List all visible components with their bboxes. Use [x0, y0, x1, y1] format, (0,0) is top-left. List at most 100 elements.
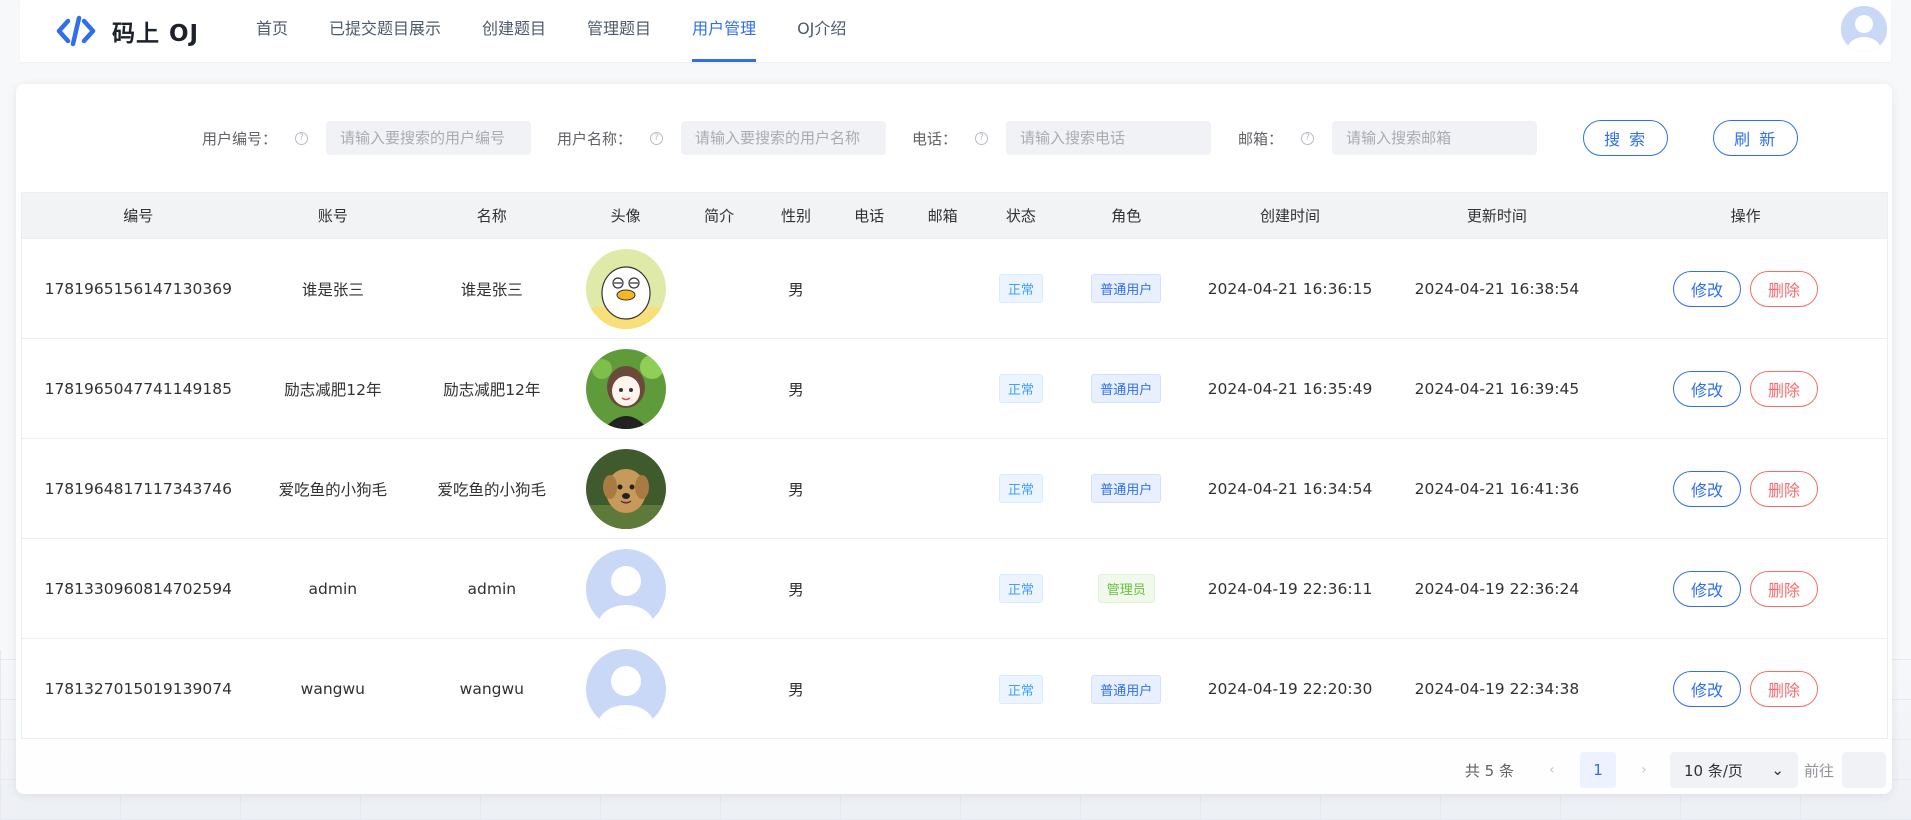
page-size-select[interactable]: 10 条/页 ⌄	[1669, 752, 1798, 788]
cell-phone	[833, 239, 906, 338]
search-bar: 用户编号： ? 用户名称： ? 电话： ? 邮箱： ? 搜 索 刷 新	[16, 118, 1892, 158]
page-number-current[interactable]: 1	[1579, 752, 1616, 788]
role-badge: 普通用户	[1091, 374, 1162, 403]
col-header-account[interactable]: 账号	[255, 193, 412, 238]
edit-button[interactable]: 修改	[1673, 270, 1742, 307]
table-row: 1781965047741149185 励志减肥12年 励志减肥12年 男 正常…	[22, 339, 1887, 439]
col-header-created[interactable]: 创建时间	[1190, 193, 1389, 238]
col-header-status[interactable]: 状态	[980, 193, 1063, 238]
cell-created: 2024-04-21 16:35:49	[1207, 379, 1373, 398]
nav-item-submitted[interactable]: 已提交题目展示	[329, 0, 441, 62]
brand-name: 码上 OJ	[112, 21, 200, 47]
cell-email	[906, 639, 980, 739]
cell-id: 1781964817117343746	[44, 479, 232, 498]
email-input[interactable]	[1332, 121, 1538, 155]
email-label: 邮箱： ?	[1238, 128, 1332, 149]
cell-account: 爱吃鱼的小狗毛	[278, 480, 388, 499]
cell-avatar	[572, 339, 678, 438]
delete-button[interactable]: 删除	[1750, 270, 1819, 307]
user-id-input[interactable]	[326, 121, 532, 155]
refresh-button[interactable]: 刷 新	[1713, 120, 1799, 156]
cell-phone	[833, 539, 906, 638]
delete-button[interactable]: 删除	[1750, 671, 1819, 707]
next-page-icon[interactable]: ›	[1628, 762, 1660, 778]
edit-button[interactable]: 修改	[1673, 671, 1742, 707]
edit-button[interactable]: 修改	[1673, 470, 1742, 507]
delete-button[interactable]: 删除	[1750, 570, 1819, 607]
default-user-icon[interactable]	[585, 548, 666, 629]
cell-name: 谁是张三	[460, 280, 523, 299]
col-header-intro[interactable]: 简介	[679, 193, 760, 238]
col-header-role[interactable]: 角色	[1062, 193, 1190, 238]
page-size-value: 10 条/页	[1683, 761, 1743, 780]
cell-role: 普通用户	[1062, 339, 1190, 438]
cell-role: 管理员	[1062, 539, 1190, 638]
cell-id: 1781327015019139074	[44, 680, 232, 698]
cell-name: 励志减肥12年	[443, 380, 541, 399]
nav-item-user-management[interactable]: 用户管理	[692, 0, 757, 62]
cell-created: 2024-04-19 22:20:30	[1207, 680, 1373, 698]
cell-gender: 男	[788, 380, 804, 399]
help-icon[interactable]: ?	[975, 131, 989, 145]
col-header-email[interactable]: 邮箱	[906, 193, 980, 238]
help-icon[interactable]: ?	[650, 131, 664, 145]
cell-phone	[833, 439, 906, 538]
default-user-icon[interactable]	[585, 649, 666, 729]
brand[interactable]: 码上 OJ	[56, 14, 236, 48]
cell-account: 谁是张三	[301, 280, 364, 299]
cell-status: 正常	[980, 639, 1063, 739]
cell-actions: 修改 删除	[1604, 239, 1887, 338]
col-header-phone[interactable]: 电话	[833, 193, 906, 238]
col-header-avatar[interactable]: 头像	[572, 193, 678, 238]
search-button[interactable]: 搜 索	[1583, 120, 1669, 156]
cell-name: wangwu	[459, 680, 524, 698]
delete-button[interactable]: 删除	[1750, 470, 1819, 507]
status-badge: 正常	[998, 574, 1043, 603]
help-icon[interactable]: ?	[295, 131, 309, 145]
cell-actions: 修改 删除	[1604, 339, 1887, 438]
status-badge: 正常	[998, 374, 1043, 403]
username-input[interactable]	[681, 121, 887, 155]
cell-intro	[679, 439, 760, 538]
code-logo-icon	[56, 15, 96, 47]
cell-role: 普通用户	[1062, 239, 1190, 338]
delete-button[interactable]: 删除	[1750, 370, 1819, 407]
dog-avatar-icon[interactable]	[585, 448, 666, 529]
cell-email	[906, 539, 980, 638]
col-header-actions[interactable]: 操作	[1604, 193, 1887, 238]
girl-avatar-icon[interactable]	[585, 348, 666, 429]
cell-avatar	[572, 239, 678, 338]
nav-item-create-question[interactable]: 创建题目	[482, 0, 546, 62]
cell-status: 正常	[980, 539, 1063, 638]
cell-email	[906, 339, 980, 438]
cell-intro	[679, 239, 760, 338]
status-badge: 正常	[998, 474, 1043, 503]
col-header-id[interactable]: 编号	[22, 193, 255, 238]
user-avatar[interactable]	[1841, 6, 1887, 52]
cell-role: 普通用户	[1062, 439, 1190, 538]
col-header-gender[interactable]: 性别	[759, 193, 832, 238]
nav-item-manage-questions[interactable]: 管理题目	[587, 0, 651, 62]
edit-button[interactable]: 修改	[1673, 570, 1742, 607]
cell-created: 2024-04-19 22:36:11	[1207, 579, 1373, 598]
status-badge: 正常	[998, 674, 1043, 704]
username-label: 用户名称： ?	[557, 128, 681, 149]
prev-page-icon[interactable]: ‹	[1536, 762, 1568, 778]
chevron-down-icon: ⌄	[1771, 761, 1784, 779]
help-icon[interactable]: ?	[1301, 131, 1315, 145]
role-badge: 普通用户	[1091, 274, 1162, 303]
col-header-updated[interactable]: 更新时间	[1390, 193, 1605, 238]
edit-button[interactable]: 修改	[1673, 370, 1742, 407]
cell-updated: 2024-04-21 16:41:36	[1414, 479, 1580, 498]
goto-page-input[interactable]	[1842, 752, 1886, 788]
duck-avatar-icon[interactable]	[585, 248, 666, 329]
nav-item-oj-intro[interactable]: OJ介绍	[797, 0, 846, 62]
nav-item-home[interactable]: 首页	[256, 0, 288, 62]
col-header-name[interactable]: 名称	[411, 193, 572, 238]
total-count: 共 5 条	[1464, 761, 1514, 780]
phone-label: 电话： ?	[912, 128, 1006, 149]
phone-input[interactable]	[1006, 121, 1212, 155]
status-badge: 正常	[998, 274, 1043, 303]
cell-updated: 2024-04-19 22:34:38	[1414, 680, 1580, 698]
main-nav: 首页 已提交题目展示 创建题目 管理题目 用户管理 OJ介绍	[256, 0, 887, 62]
